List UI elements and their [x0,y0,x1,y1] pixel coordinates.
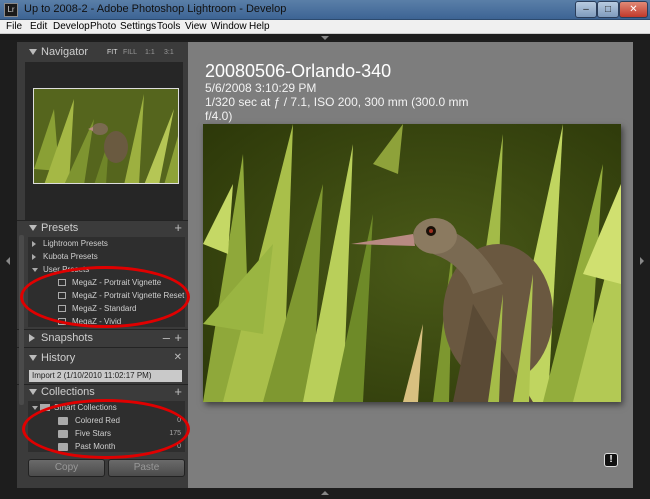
photo-exposure-info: 1/320 sec at ƒ / 7.1, ISO 200, 300 mm (3… [205,95,469,109]
add-preset-button[interactable]: + [174,220,182,235]
plus-icon: + [174,384,182,399]
plus-icon: + [174,220,182,235]
app-icon: Lr [4,3,18,17]
window-title: Up to 2008-2 - Adobe Photoshop Lightroom… [24,3,287,15]
panel-divider [17,347,188,348]
menu-file[interactable]: File [6,21,22,33]
collapse-icon [32,406,38,410]
close-icon: ✕ [629,4,638,15]
paste-button[interactable]: Paste [108,459,185,477]
menu-bar: File Edit Develop Photo Settings Tools V… [0,20,650,34]
history-title: History [41,352,76,364]
navigator-thumbnail[interactable] [33,88,179,184]
panel-collapse-icon [29,355,37,361]
zoom-1-1[interactable]: 1:1 [145,49,155,56]
main-photo[interactable] [203,124,621,402]
zoom-fill[interactable]: FILL [123,49,137,56]
minimize-icon: – [583,4,589,15]
left-panel-toggle-icon [6,257,10,265]
preset-folder-label: Lightroom Presets [43,239,108,248]
menu-develop[interactable]: Develop [53,21,90,33]
menu-tools[interactable]: Tools [157,21,180,33]
bird-thumbnail-image [34,89,178,183]
plus-icon: + [174,330,182,345]
navigator-title: Navigator [41,46,89,58]
collapse-icon [32,268,38,272]
photo-filename: 20080506-Orlando-340 [205,61,392,81]
add-snapshot-button[interactable]: + [174,330,182,345]
bird-photo-image [203,124,621,402]
presets-header[interactable]: Presets + [17,220,188,237]
menu-settings[interactable]: Settings [120,21,156,33]
expand-icon [32,254,36,260]
zoom-fit[interactable]: FIT [107,49,118,56]
minimize-button[interactable]: – [575,1,597,18]
remove-snapshot-button[interactable]: – [163,330,170,345]
left-panel-scrollbar[interactable] [19,235,24,405]
top-panel-toggle-icon [321,36,329,40]
history-entry[interactable]: Import 2 (1/10/2010 11:02:17 PM) [29,370,182,382]
presets-title: Presets [41,222,79,234]
close-button[interactable]: ✕ [619,1,648,18]
bottom-panel-toggle-icon [321,491,329,495]
collections-title: Collections [41,386,95,398]
preset-folder-kubota[interactable]: Kubota Presets [28,250,185,263]
annotation-ring-presets [20,266,190,328]
panel-expand-icon [29,334,35,342]
copy-button[interactable]: Copy [28,459,105,477]
photo-exposure-info-cont: f/4.0) [205,109,233,123]
clear-history-button[interactable]: ✕ [174,352,182,363]
snapshots-header[interactable]: Snapshots – + [17,330,188,347]
maximize-button[interactable]: □ [597,1,619,18]
info-icon[interactable]: ! [604,453,618,467]
panel-collapse-icon [29,225,37,231]
menu-help[interactable]: Help [249,21,270,33]
bottom-panel-toggle-strip[interactable] [0,488,650,499]
snapshots-title: Snapshots [41,332,93,344]
preset-folder-lightroom[interactable]: Lightroom Presets [28,237,185,250]
right-panel-toggle-icon [640,257,644,265]
menu-photo[interactable]: Photo [90,21,116,33]
annotation-ring-collections [22,399,190,459]
photo-capture-date: 5/6/2008 3:10:29 PM [205,81,317,95]
right-panel-toggle-strip[interactable] [633,42,650,488]
close-icon: ✕ [173,352,182,363]
zoom-3-1[interactable]: 3:1 [164,49,174,56]
panel-collapse-icon [29,49,37,55]
expand-icon [32,241,36,247]
left-panel-toggle-strip[interactable] [0,42,17,488]
title-bar[interactable]: Lr Up to 2008-2 - Adobe Photoshop Lightr… [0,0,650,20]
menu-window[interactable]: Window [211,21,247,33]
history-header[interactable]: History ✕ [17,350,188,367]
menu-edit[interactable]: Edit [30,21,47,33]
lightroom-window: Lr Up to 2008-2 - Adobe Photoshop Lightr… [0,0,650,499]
top-panel-toggle-strip[interactable] [0,34,650,42]
maximize-icon: □ [604,4,612,15]
navigator-header[interactable]: Navigator FIT FILL 1:1 3:1 [17,44,188,61]
menu-view[interactable]: View [185,21,207,33]
panel-collapse-icon [29,389,37,395]
preset-folder-label: Kubota Presets [43,252,98,261]
add-collection-button[interactable]: + [174,384,182,399]
minus-icon: – [162,330,170,345]
